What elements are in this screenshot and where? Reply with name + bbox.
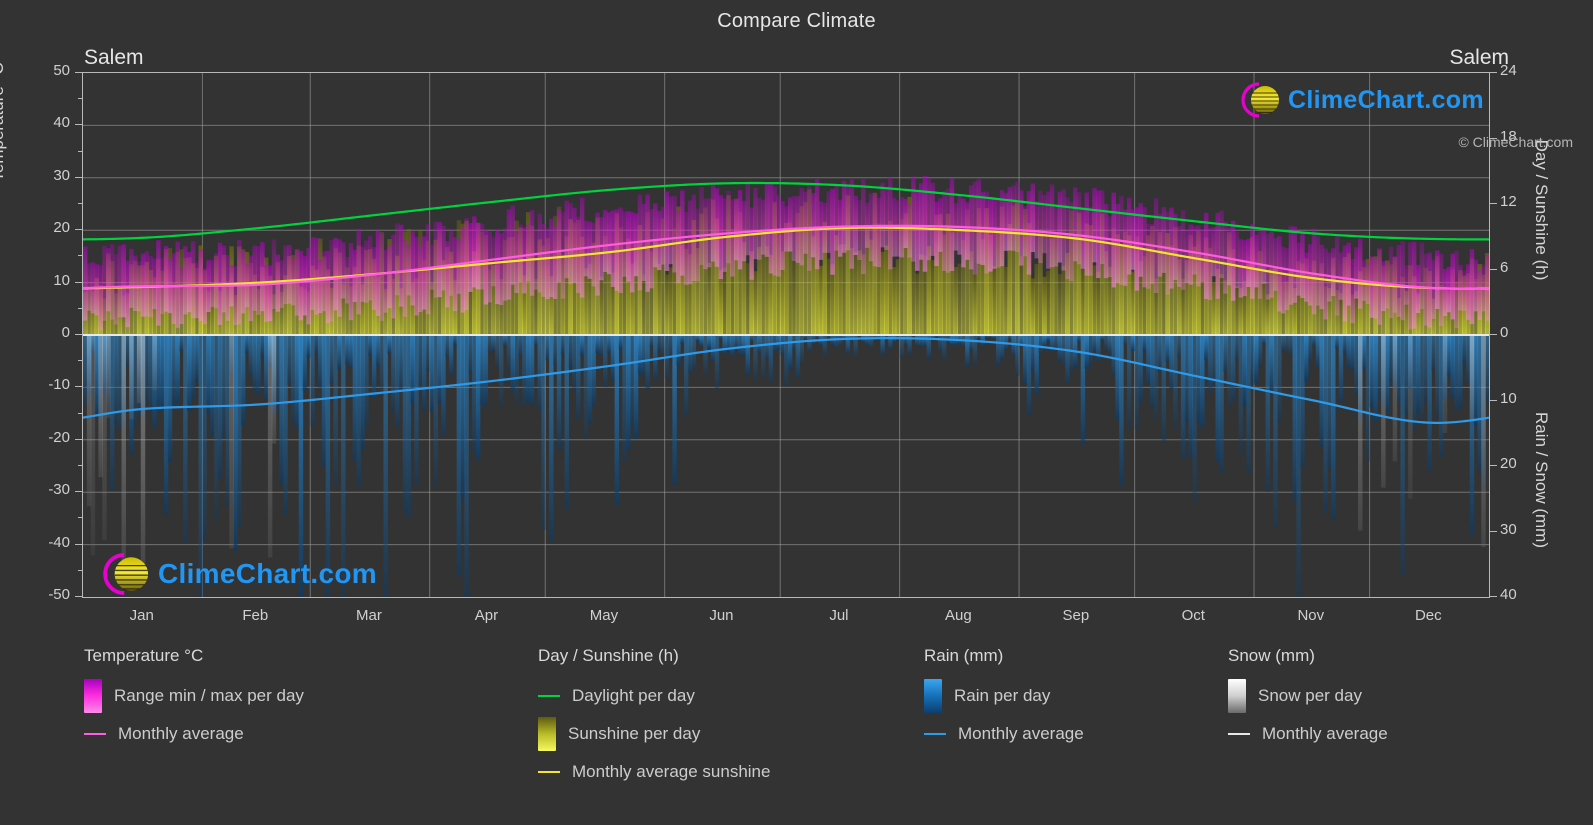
x-tick-jan: Jan (129, 607, 154, 624)
climate-chart-page: Compare Climate Salem Salem Temperature … (0, 0, 1593, 825)
legend-item-label: Monthly average (118, 724, 244, 743)
y-tick-left: -50 (48, 586, 70, 603)
legend-group-snow-mm: Snow (mm) Snow per day Monthly average (1228, 646, 1388, 753)
tick-mark (75, 596, 82, 597)
tick-mark (75, 334, 82, 335)
copyright-text: © ClimeChart.com (1458, 134, 1573, 150)
legend-swatch (84, 679, 102, 713)
y-tick-left: 40 (53, 114, 70, 132)
x-tick-aug: Aug (944, 607, 972, 624)
y-tick-right-bottom: 40 (1500, 586, 1517, 603)
y-tick-right-top: 0 (1500, 324, 1509, 341)
legend-item-label: Rain per day (954, 686, 1051, 705)
legend-group-temperature-c: Temperature °C Range min / max per day Mon… (84, 646, 304, 753)
legend-group-title: Temperature °C (84, 646, 204, 665)
tick-mark (75, 124, 82, 126)
y-tick-left: 10 (53, 271, 70, 289)
x-tick-may: May (589, 607, 619, 624)
y-tick-right-top: 24 (1500, 62, 1517, 79)
tick-mark (75, 438, 82, 440)
legend-item-label: Range min / max per day (114, 686, 304, 705)
location-label-left: Salem (84, 46, 144, 69)
y-tick-left: -40 (48, 533, 70, 551)
rain-daily-bars (83, 335, 1489, 597)
y-tick-left: -10 (48, 376, 70, 394)
legend-item-label: Sunshine per day (568, 724, 701, 743)
chart-legend: Temperature °C Range min / max per day Mon… (0, 646, 1593, 806)
y-tick-left: -20 (48, 428, 70, 446)
legend-line-swatch (538, 771, 560, 773)
y-tick-right-bottom: 30 (1500, 520, 1517, 538)
legend-group-title: Rain (mm) (924, 646, 1004, 665)
legend-item-label: Monthly average (1262, 724, 1388, 743)
legend-item-rain-per-day[interactable]: Rain per day (924, 677, 1084, 715)
legend-item-daylight-per-day[interactable]: Daylight per day (538, 677, 770, 715)
legend-swatch (538, 717, 556, 751)
tick-mark (75, 281, 82, 283)
legend-line-swatch (1228, 733, 1250, 735)
x-tick-mar: Mar (356, 607, 382, 624)
tick-mark (75, 72, 82, 73)
x-tick-feb: Feb (242, 607, 269, 624)
x-tick-sep: Sep (1062, 607, 1090, 624)
x-tick-dec: Dec (1414, 607, 1442, 624)
legend-item-label: Snow per day (1258, 686, 1362, 705)
legend-group-rain-mm: Rain (mm) Rain per day Monthly average (924, 646, 1084, 753)
y-tick-left: 30 (53, 166, 70, 184)
x-tick-oct: Oct (1181, 607, 1205, 624)
legend-item-monthly-average-sunshine[interactable]: Monthly average sunshine (538, 753, 770, 791)
legend-item-monthly-average[interactable]: Monthly average (1228, 715, 1388, 753)
tick-mark (1490, 399, 1497, 401)
legend-item-label: Monthly average (958, 724, 1084, 743)
legend-group-title: Snow (mm) (1228, 646, 1315, 665)
y-axis-title-left: Temperature °C (0, 62, 7, 182)
legend-line-swatch (84, 733, 106, 735)
y-tick-left: 50 (53, 62, 70, 79)
legend-group-title: Day / Sunshine (h) (538, 646, 679, 665)
legend-line-swatch (538, 695, 560, 697)
tick-mark (75, 491, 82, 493)
tick-mark (75, 229, 82, 231)
x-tick-jun: Jun (709, 607, 734, 624)
legend-item-monthly-average[interactable]: Monthly average (84, 715, 304, 753)
legend-item-monthly-average[interactable]: Monthly average (924, 715, 1084, 753)
tick-mark (75, 176, 82, 178)
y-tick-right-bottom: 10 (1500, 389, 1517, 407)
tick-mark (1490, 465, 1497, 466)
legend-swatch (1228, 679, 1246, 713)
tick-mark (1490, 203, 1497, 204)
y-tick-left: -30 (48, 481, 70, 499)
x-tick-apr: Apr (474, 607, 499, 624)
plot-svg (83, 73, 1489, 597)
legend-swatch (924, 679, 942, 713)
x-tick-jul: Jul (829, 607, 849, 624)
legend-line-swatch-wrap (84, 733, 106, 735)
tick-mark (1490, 334, 1497, 335)
y-tick-right-bottom: 20 (1500, 455, 1517, 472)
legend-item-sunshine-per-day[interactable]: Sunshine per day (538, 715, 770, 753)
y-tick-left: 20 (53, 219, 70, 237)
legend-item-label: Monthly average sunshine (572, 762, 771, 781)
tick-mark (1490, 530, 1497, 532)
legend-line-swatch-wrap (538, 695, 560, 697)
tick-mark (75, 386, 82, 388)
legend-group-day-sunshine-h: Day / Sunshine (h) Daylight per day Sunshi… (538, 646, 770, 791)
y-tick-right-top: 12 (1500, 193, 1517, 210)
legend-line-swatch-wrap (1228, 733, 1250, 735)
legend-line-swatch-wrap (538, 771, 560, 773)
y-tick-left: 0 (61, 324, 70, 341)
tick-mark (1490, 596, 1497, 597)
legend-line-swatch-wrap (924, 733, 946, 735)
y-tick-right-top: 6 (1500, 258, 1509, 276)
legend-item-snow-per-day[interactable]: Snow per day (1228, 677, 1388, 715)
page-title: Compare Climate (717, 10, 876, 32)
plot-area (82, 72, 1490, 598)
x-tick-nov: Nov (1297, 607, 1325, 624)
tick-mark (75, 543, 82, 545)
tick-mark (1490, 268, 1497, 270)
legend-item-range-min-max-per-day[interactable]: Range min / max per day (84, 677, 304, 715)
legend-item-label: Daylight per day (572, 686, 695, 705)
tick-mark (1490, 72, 1497, 73)
legend-line-swatch (924, 733, 946, 735)
